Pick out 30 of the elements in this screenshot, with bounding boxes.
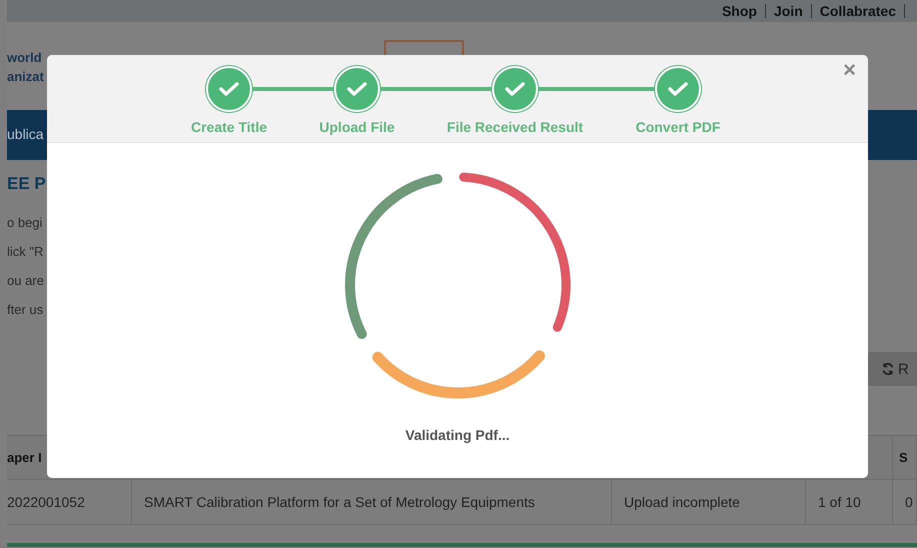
site-title: world [7,50,43,65]
instruction-text: fter us [7,301,44,318]
column-header: S [899,450,908,465]
top-link[interactable]: Shop [714,4,766,18]
refresh-button[interactable]: R [867,352,917,386]
top-link[interactable]: Collabratec [812,4,905,18]
nav-link[interactable]: ublica [7,126,44,142]
check-icon [219,81,239,97]
close-button[interactable]: × [839,59,860,81]
check-icon [668,81,688,97]
step-label: Upload File [319,119,395,135]
status-text: Validating Pdf... [405,427,510,443]
top-link[interactable]: Join [766,4,812,18]
check-icon [347,81,367,97]
column-header: aper I [7,450,42,465]
page-heading: EE P [7,174,47,194]
step-label: Create Title [191,119,267,135]
table-cell: 2022001052 [7,494,85,510]
site-title: anizat [7,69,45,84]
instruction-text: o begi [7,214,44,231]
instruction-text: lick "R [7,243,44,260]
table-cell: 1 of 10 [818,494,861,510]
step-label: File Received Result [446,119,584,135]
instruction-text: ou are [7,272,45,289]
check-icon [505,81,525,97]
table-cell: 0 [905,494,913,510]
table-cell: SMART Calibration Platform for a Set of Metrology Equipments [144,494,535,510]
refresh-icon [881,362,895,376]
table-cell: Upload incomplete [624,494,740,510]
step-label: Convert PDF [636,119,720,135]
